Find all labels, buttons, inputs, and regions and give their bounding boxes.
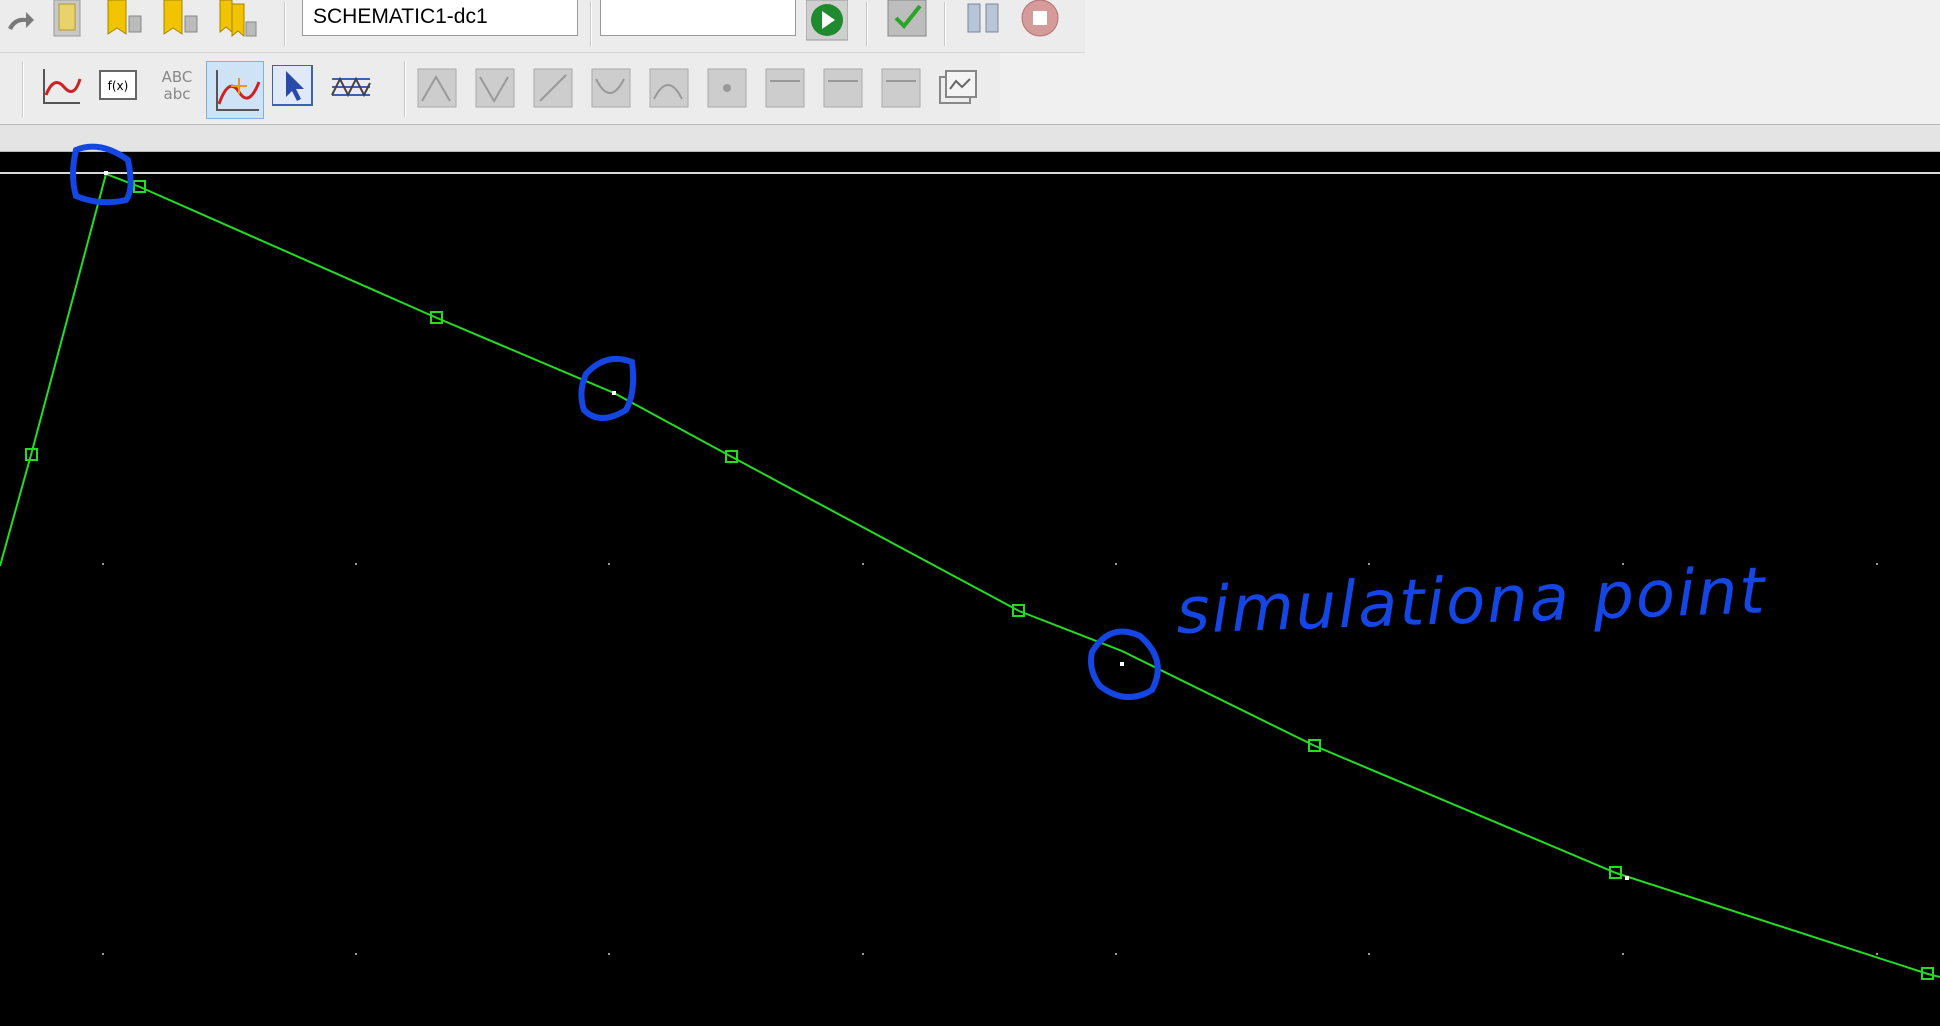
grid-dot <box>102 953 104 955</box>
grid-dot <box>1115 953 1117 955</box>
simulation-points <box>104 171 1629 880</box>
grid-dot <box>1876 953 1878 955</box>
simulation-point <box>612 391 616 395</box>
grid-dot <box>862 953 864 955</box>
grid-dot <box>1115 563 1117 565</box>
annotation-circle <box>70 143 134 206</box>
grid-dot <box>102 563 104 565</box>
simulation-point <box>104 171 108 175</box>
grid-dot <box>608 563 610 565</box>
grid-dot <box>1876 563 1878 565</box>
waveform-plot[interactable] <box>0 0 1940 1026</box>
grid-dot <box>608 953 610 955</box>
simulation-point <box>1120 662 1124 666</box>
grid-dot <box>862 563 864 565</box>
grid-dot <box>1368 953 1370 955</box>
grid-dot <box>1368 563 1370 565</box>
grid-dot <box>355 563 357 565</box>
grid-dot <box>1622 953 1624 955</box>
annotation-circle <box>578 356 637 421</box>
simulation-point <box>1625 876 1629 880</box>
grid-dot <box>355 953 357 955</box>
